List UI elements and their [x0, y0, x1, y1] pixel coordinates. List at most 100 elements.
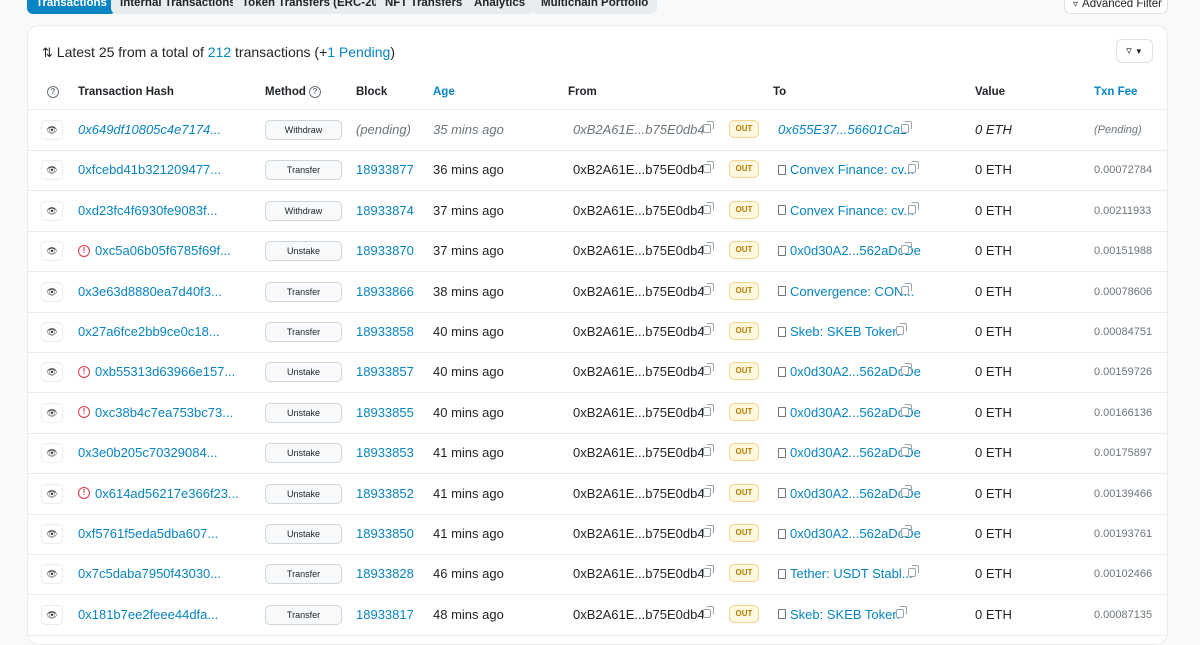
copy-icon[interactable]	[703, 282, 714, 295]
copy-icon[interactable]	[901, 403, 912, 416]
copy-icon[interactable]	[703, 242, 714, 255]
to-address-link[interactable]: 0x0d30A2...562aDcDe	[778, 514, 921, 554]
copy-icon[interactable]	[703, 525, 714, 537]
transaction-hash-link[interactable]: 0x3e0b205c70329084...	[78, 433, 218, 473]
from-address[interactable]: 0xB2A61E...b75E0db4	[573, 474, 705, 514]
preview-eye-icon[interactable]: 👁	[41, 160, 63, 181]
copy-icon[interactable]	[901, 282, 912, 295]
to-address-link[interactable]: Convex Finance: cv...	[778, 191, 914, 231]
from-address[interactable]: 0xB2A61E...b75E0db4	[573, 554, 705, 594]
copy-icon[interactable]	[901, 525, 912, 537]
copy-icon[interactable]	[703, 363, 714, 376]
copy-icon[interactable]	[901, 484, 912, 497]
transaction-hash-link[interactable]: 0xd23fc4f6930fe9083f...	[78, 191, 218, 231]
copy-icon[interactable]	[896, 605, 907, 618]
copy-icon[interactable]	[703, 121, 714, 133]
preview-eye-icon[interactable]: 👁	[41, 402, 63, 423]
transaction-hash-link[interactable]: ! 0xb55313d63966e157...	[78, 352, 235, 392]
tab-transactions[interactable]: Transactions	[27, 0, 116, 14]
block-link[interactable]: 18933852	[356, 474, 414, 514]
summary-pending-link[interactable]: 1 Pending	[327, 44, 390, 60]
preview-eye-icon[interactable]: 👁	[41, 362, 63, 383]
copy-icon[interactable]	[901, 121, 912, 133]
tab-token-transfers[interactable]: Token Transfers (ERC-20)	[233, 0, 391, 14]
from-address[interactable]: 0xB2A61E...b75E0db4	[573, 312, 705, 352]
from-address[interactable]: 0xB2A61E...b75E0db4	[573, 433, 705, 473]
block-link[interactable]: 18933858	[356, 312, 414, 352]
to-address-link[interactable]: Tether: USDT Stabl...	[778, 554, 913, 594]
copy-icon[interactable]	[703, 565, 714, 578]
column-header-fee[interactable]: Txn Fee	[1094, 86, 1137, 98]
to-address-link[interactable]: Convex Finance: cv...	[778, 150, 914, 190]
transaction-hash-link[interactable]: ! 0xc38b4c7ea753bc73...	[78, 393, 233, 433]
transaction-hash-link[interactable]: 0x3e63d8880ea7d40f3...	[78, 272, 222, 312]
advanced-filter-button[interactable]: ▿ Advanced Filter	[1064, 0, 1168, 14]
copy-icon[interactable]	[703, 161, 714, 174]
from-address[interactable]: 0xB2A61E...b75E0db4	[573, 595, 705, 635]
to-address-link[interactable]: 0x0d30A2...562aDcDe	[778, 231, 921, 271]
from-address[interactable]: 0xB2A61E...b75E0db4	[573, 191, 705, 231]
copy-icon[interactable]	[703, 444, 714, 457]
transaction-hash-link[interactable]: 0x181b7ee2feee44dfa...	[78, 595, 218, 635]
preview-eye-icon[interactable]: 👁	[41, 241, 63, 262]
copy-icon[interactable]	[901, 444, 912, 457]
block-link[interactable]: 18933874	[356, 191, 414, 231]
tab-internal-transactions[interactable]: Internal Transactions	[111, 0, 245, 14]
from-address[interactable]: 0xB2A61E...b75E0db4	[573, 150, 705, 190]
preview-eye-icon[interactable]: 👁	[41, 443, 63, 464]
copy-icon[interactable]	[703, 605, 714, 618]
to-address-link[interactable]: Convergence: CON...	[778, 272, 914, 312]
transaction-hash-link[interactable]: 0x7c5daba7950f43030...	[78, 554, 221, 594]
preview-eye-icon[interactable]: 👁	[41, 322, 63, 342]
block-link[interactable]: 18933857	[356, 352, 414, 392]
transaction-hash-link[interactable]: ! 0xc5a06b05f6785f69f...	[78, 231, 231, 271]
block-link[interactable]: 18933877	[356, 150, 414, 190]
tab-nft-transfers[interactable]: NFT Transfers	[376, 0, 472, 14]
to-address-link[interactable]: Skeb: SKEB Token	[778, 312, 900, 352]
block-link[interactable]: 18933828	[356, 554, 414, 594]
preview-eye-icon[interactable]: 👁	[41, 564, 63, 585]
copy-icon[interactable]	[908, 201, 919, 214]
copy-icon[interactable]	[703, 201, 714, 214]
copy-icon[interactable]	[896, 323, 907, 335]
transaction-hash-link[interactable]: 0x649df10805c4e7174...	[78, 110, 221, 150]
preview-eye-icon[interactable]: 👁	[41, 120, 63, 140]
preview-eye-icon[interactable]: 👁	[41, 604, 63, 625]
tab-multichain-portfolio[interactable]: Multichain Portfolio	[532, 0, 658, 14]
preview-eye-icon[interactable]: 👁	[41, 483, 63, 504]
copy-icon[interactable]	[908, 161, 919, 174]
block-link[interactable]: 18933853	[356, 433, 414, 473]
copy-icon[interactable]	[901, 242, 912, 255]
from-address[interactable]: 0xB2A61E...b75E0db4	[573, 110, 705, 150]
method-help-icon[interactable]: ?	[309, 86, 322, 98]
from-address[interactable]: 0xB2A61E...b75E0db4	[573, 272, 705, 312]
to-address-link[interactable]: 0x0d30A2...562aDcDe	[778, 393, 921, 433]
transaction-hash-link[interactable]: 0x27a6fce2bb9ce0c18...	[78, 312, 220, 352]
to-address-link[interactable]: 0x0d30A2...562aDcDe	[778, 474, 921, 514]
from-address[interactable]: 0xB2A61E...b75E0db4	[573, 352, 705, 392]
copy-icon[interactable]	[703, 403, 714, 416]
block-link[interactable]: 18933866	[356, 272, 414, 312]
to-address-link[interactable]: Skeb: SKEB Token	[778, 595, 900, 635]
from-address[interactable]: 0xB2A61E...b75E0db4	[573, 514, 705, 554]
preview-eye-icon[interactable]: 👁	[41, 281, 63, 302]
summary-total-link[interactable]: 212	[208, 44, 231, 60]
from-address[interactable]: 0xB2A61E...b75E0db4	[573, 393, 705, 433]
table-filter-button[interactable]: ▿ ▼	[1116, 39, 1153, 63]
block-link[interactable]: 18933850	[356, 514, 414, 554]
from-address[interactable]: 0xB2A61E...b75E0db4	[573, 231, 705, 271]
preview-eye-icon[interactable]: 👁	[41, 200, 63, 221]
block-link[interactable]: 18933870	[356, 231, 414, 271]
copy-icon[interactable]	[908, 565, 919, 578]
copy-icon[interactable]	[703, 323, 714, 335]
copy-icon[interactable]	[901, 363, 912, 376]
block-link[interactable]: 18933817	[356, 595, 414, 635]
to-address-link[interactable]: 0x0d30A2...562aDcDe	[778, 352, 921, 392]
transaction-hash-link[interactable]: 0xfcebd41b321209477...	[78, 150, 221, 190]
help-icon[interactable]: ?	[47, 86, 59, 98]
column-header-age[interactable]: Age	[433, 86, 455, 98]
preview-eye-icon[interactable]: 👁	[41, 524, 63, 544]
transaction-hash-link[interactable]: ! 0x614ad56217e366f23...	[78, 474, 239, 514]
tab-analytics[interactable]: Analytics	[465, 0, 535, 14]
copy-icon[interactable]	[703, 484, 714, 497]
